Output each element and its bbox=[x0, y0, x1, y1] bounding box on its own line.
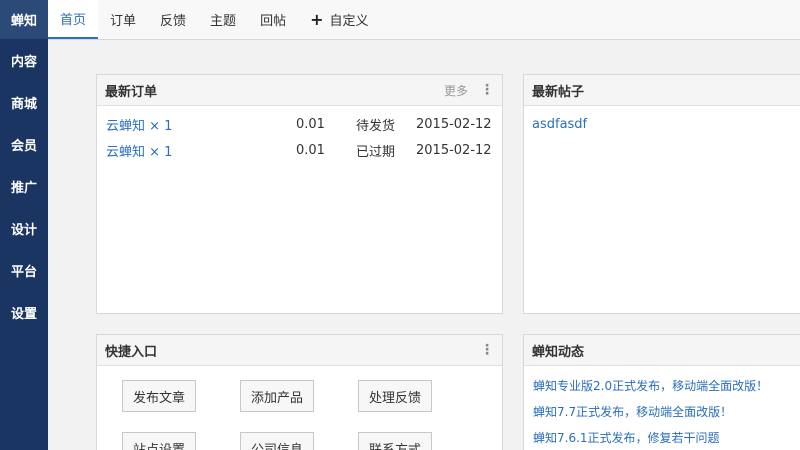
handle-feedback-button[interactable]: 处理反馈 bbox=[358, 380, 432, 412]
sidebar-item-promotion[interactable]: 推广 bbox=[0, 165, 48, 207]
order-name-link[interactable]: 云蝉知 × 1 bbox=[106, 115, 296, 134]
sidebar-item-shop[interactable]: 商城 bbox=[0, 81, 48, 123]
table-row: 云蝉知 × 1 0.01 已过期 2015-02-12 bbox=[97, 137, 502, 163]
panel-title: 最新订单 bbox=[105, 84, 158, 100]
tab-custom-label: 自定义 bbox=[329, 14, 369, 29]
tab-custom[interactable]: + 自定义 bbox=[298, 0, 380, 39]
tab-feedback[interactable]: 反馈 bbox=[148, 0, 198, 39]
sidebar-item-platform[interactable]: 平台 bbox=[0, 249, 48, 291]
order-name-link[interactable]: 云蝉知 × 1 bbox=[106, 141, 296, 160]
order-price: 0.01 bbox=[296, 142, 325, 158]
quick-entry-header: 快捷入口 ⋮ bbox=[97, 335, 502, 366]
add-product-button[interactable]: 添加产品 bbox=[240, 380, 314, 412]
sidebar: 蝉知 内容 商城 会员 推广 设计 平台 设置 bbox=[0, 0, 48, 450]
latest-posts-panel: 最新帖子 asdfasdf bbox=[523, 74, 800, 314]
news-link[interactable]: 蝉知7.6.1正式发布，修复若干问题 bbox=[524, 424, 800, 450]
more-link[interactable]: 更多 bbox=[444, 82, 468, 99]
order-date: 2015-02-12 bbox=[416, 116, 492, 132]
order-status: 已过期 bbox=[356, 144, 396, 160]
post-link[interactable]: asdfasdf bbox=[524, 111, 800, 137]
latest-posts-header: 最新帖子 bbox=[524, 75, 800, 106]
more-options-icon[interactable]: ⋮ bbox=[480, 343, 494, 357]
news-link[interactable]: 蝉知7.7正式发布，移动端全面改版！ bbox=[524, 398, 800, 424]
site-settings-button[interactable]: 站点设置 bbox=[122, 432, 196, 450]
publish-article-button[interactable]: 发布文章 bbox=[122, 380, 196, 412]
news-link[interactable]: 蝉知专业版2.0正式发布，移动端全面改版！ bbox=[524, 372, 800, 398]
plus-icon: + bbox=[310, 10, 324, 29]
order-price: 0.01 bbox=[296, 116, 325, 132]
panel-title: 快捷入口 bbox=[105, 344, 158, 360]
order-status: 待发货 bbox=[356, 118, 396, 134]
tab-home[interactable]: 首页 bbox=[48, 0, 99, 39]
company-info-button[interactable]: 公司信息 bbox=[240, 432, 314, 450]
tab-replies[interactable]: 回帖 bbox=[248, 0, 298, 39]
tab-topics[interactable]: 主题 bbox=[198, 0, 248, 39]
latest-orders-header: 最新订单 更多 ⋮ bbox=[97, 75, 502, 106]
tab-orders[interactable]: 订单 bbox=[98, 0, 148, 39]
contact-info-button[interactable]: 联系方式 bbox=[358, 432, 432, 450]
top-nav: 首页 订单 反馈 主题 回帖 + 自定义 bbox=[48, 0, 800, 40]
sidebar-item-members[interactable]: 会员 bbox=[0, 123, 48, 165]
sidebar-logo[interactable]: 蝉知 bbox=[0, 0, 48, 39]
table-row: 云蝉知 × 1 0.01 待发货 2015-02-12 bbox=[97, 111, 502, 137]
more-options-icon[interactable]: ⋮ bbox=[480, 83, 494, 97]
panel-title: 蝉知动态 bbox=[532, 344, 585, 360]
chanzhi-news-header: 蝉知动态 bbox=[524, 335, 800, 366]
latest-orders-panel: 最新订单 更多 ⋮ 云蝉知 × 1 0.01 待发货 2015-02-12 云蝉… bbox=[96, 74, 503, 314]
order-date: 2015-02-12 bbox=[416, 142, 492, 158]
sidebar-item-content[interactable]: 内容 bbox=[0, 39, 48, 81]
chanzhi-news-panel: 蝉知动态 蝉知专业版2.0正式发布，移动端全面改版！ 蝉知7.7正式发布，移动端… bbox=[523, 334, 800, 450]
quick-entry-panel: 快捷入口 ⋮ 发布文章 添加产品 处理反馈 站点设置 公司信息 联系方式 bbox=[96, 334, 503, 450]
panel-title: 最新帖子 bbox=[532, 84, 585, 100]
sidebar-item-design[interactable]: 设计 bbox=[0, 207, 48, 249]
sidebar-item-settings[interactable]: 设置 bbox=[0, 291, 48, 333]
